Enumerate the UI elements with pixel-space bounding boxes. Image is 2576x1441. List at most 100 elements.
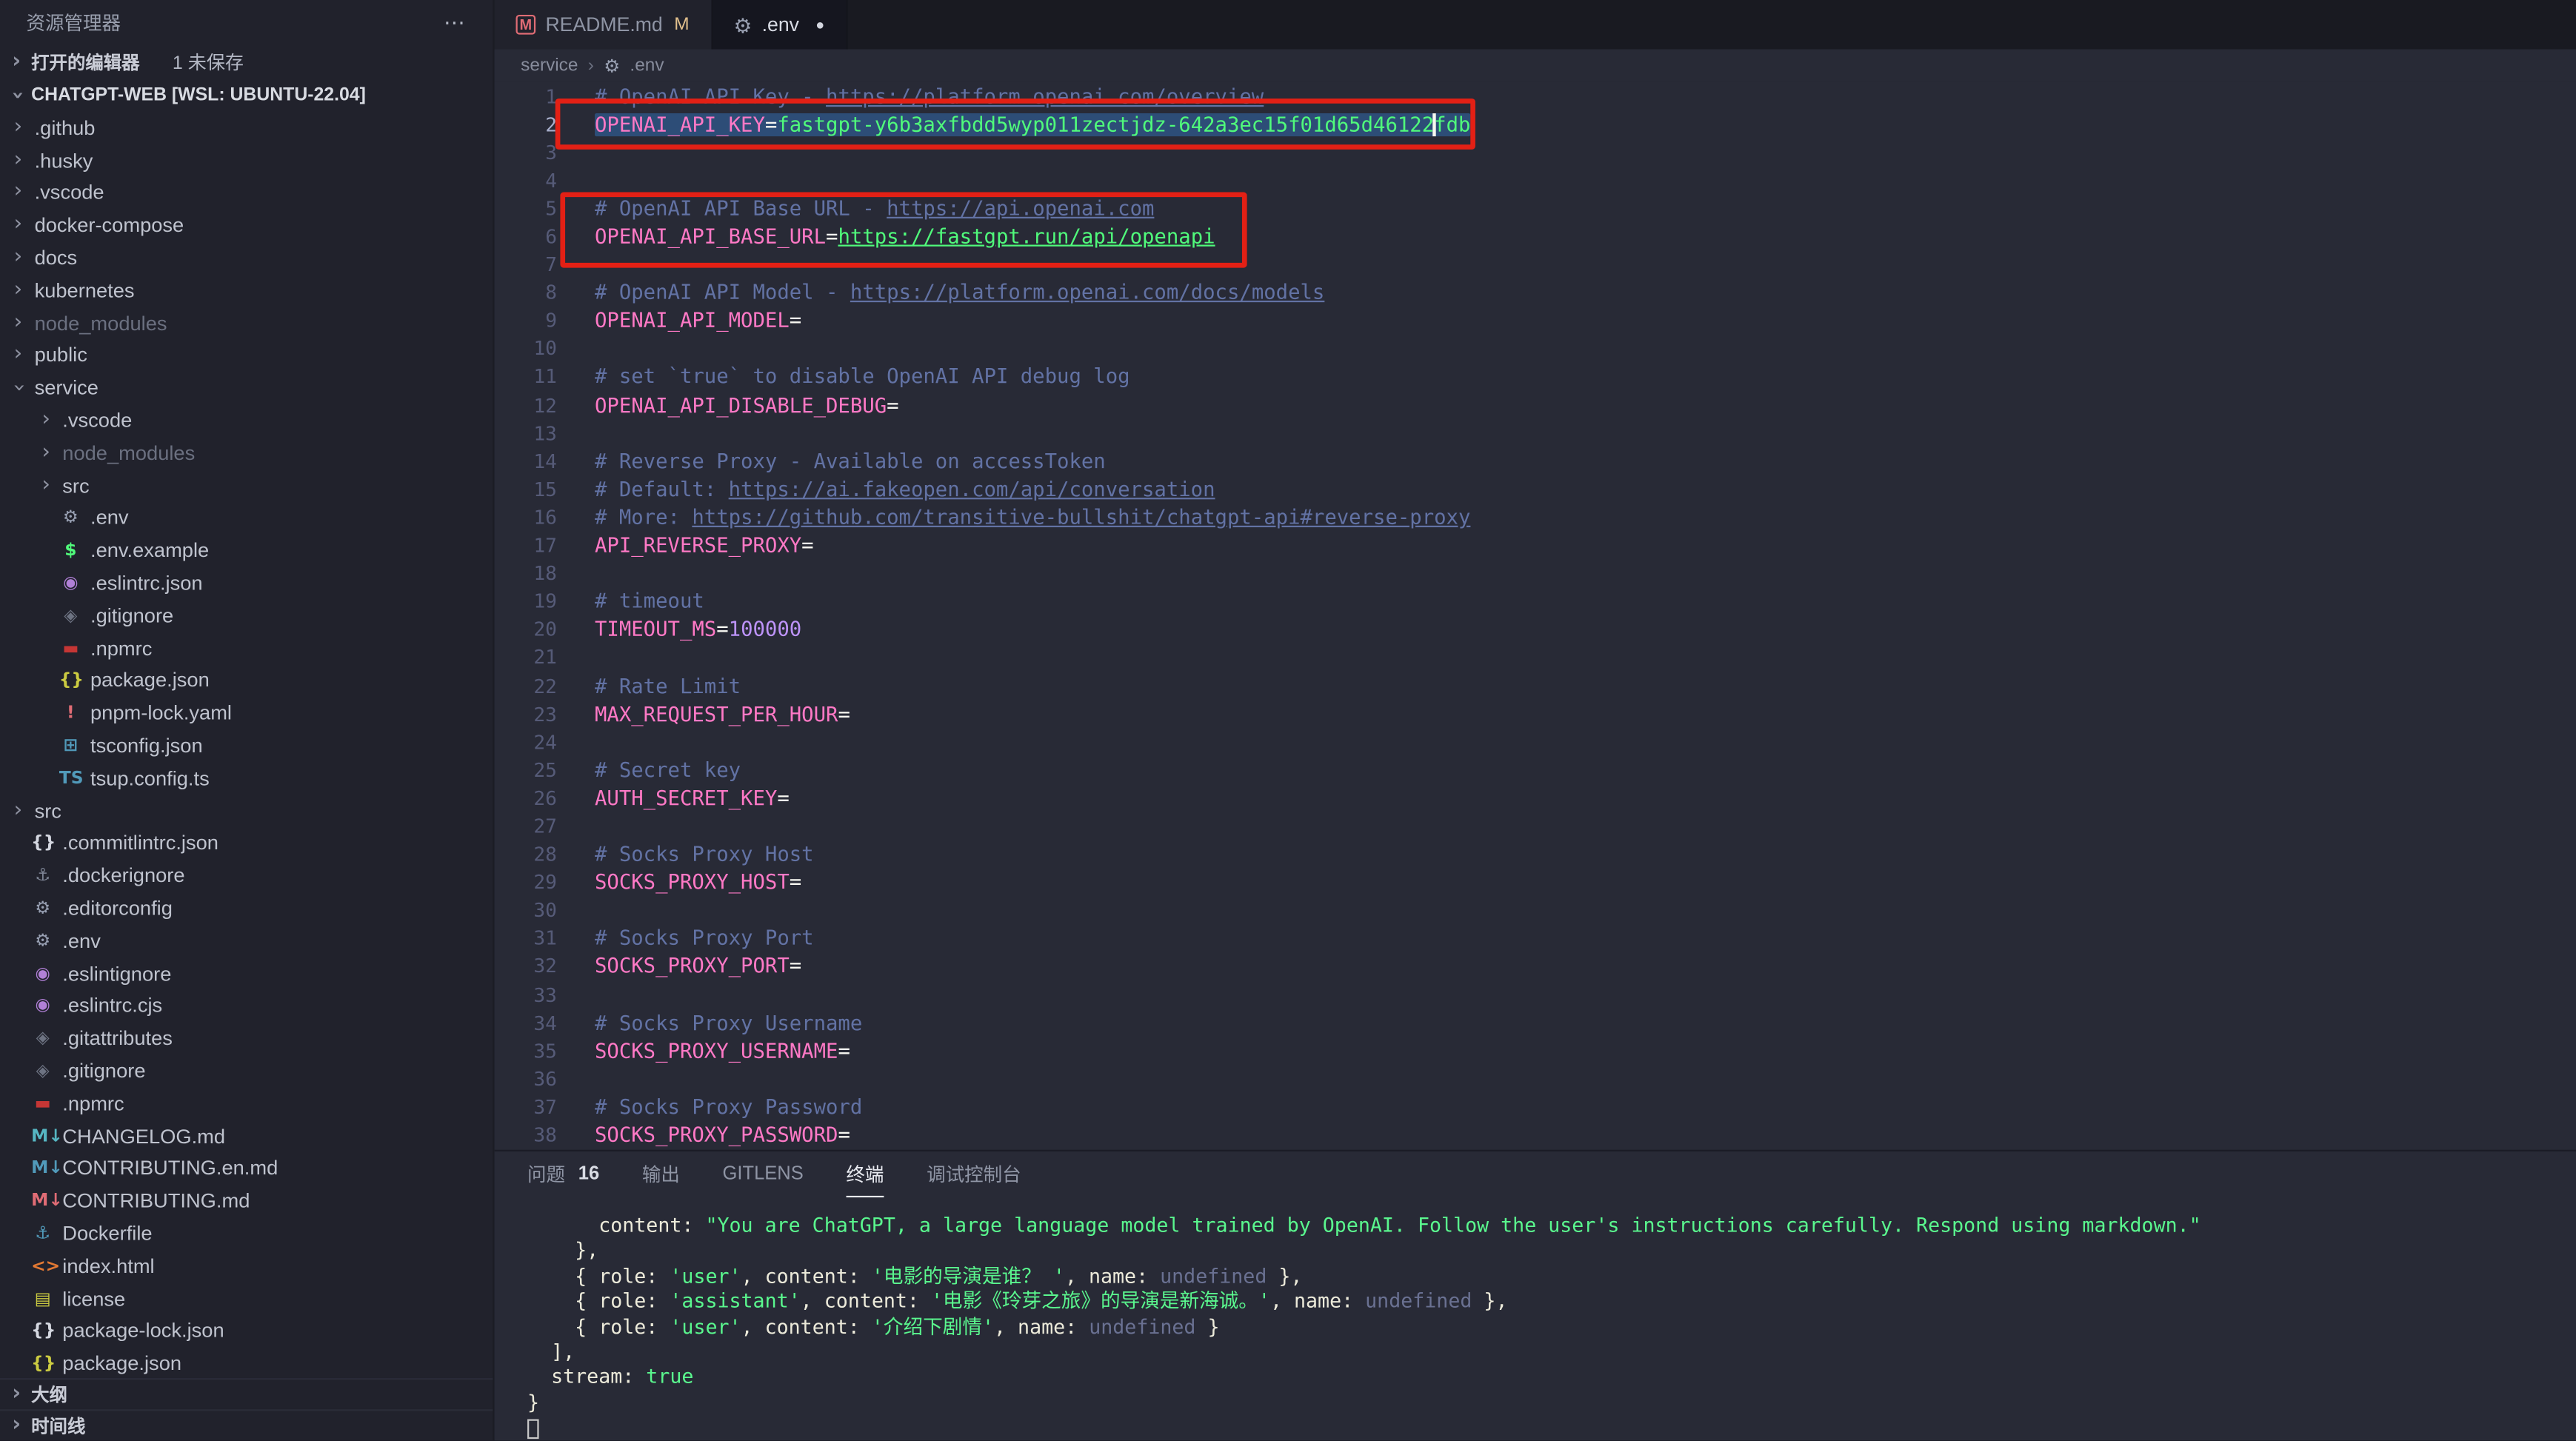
code-line-4[interactable]: 4: [495, 167, 2576, 195]
panel-tab-terminal[interactable]: 终端: [846, 1151, 884, 1197]
tree-file-Dockerfile[interactable]: ⚓Dockerfile: [0, 1217, 493, 1250]
tree-file-tsconfig.json[interactable]: ⊞tsconfig.json: [0, 729, 493, 762]
code-line-7[interactable]: 7: [495, 250, 2576, 278]
code-line-27[interactable]: 27: [495, 812, 2576, 840]
code-line-25[interactable]: 25# Secret key: [495, 756, 2576, 784]
editor-tabbar: M README.md M ⚙ .env ●: [495, 0, 2576, 50]
html-icon: <>: [31, 1256, 54, 1276]
panel-tab-debug-console[interactable]: 调试控制台: [927, 1151, 1021, 1197]
code-line-17[interactable]: 17API_REVERSE_PROXY=: [495, 532, 2576, 560]
tree-folder-.husky[interactable]: ›.husky: [0, 144, 493, 177]
tree-file-.npmrc[interactable]: ▬.npmrc: [0, 1087, 493, 1120]
tree-folder-public[interactable]: ›public: [0, 339, 493, 372]
tree-folder-kubernetes[interactable]: ›kubernetes: [0, 274, 493, 307]
tree-file-CONTRIBUTING.md[interactable]: M↓CONTRIBUTING.md: [0, 1185, 493, 1217]
more-actions-icon[interactable]: ⋯: [444, 10, 467, 36]
code-line-37[interactable]: 37# Socks Proxy Password: [495, 1093, 2576, 1121]
code-line-20[interactable]: 20TIMEOUT_MS=100000: [495, 615, 2576, 643]
code-line-19[interactable]: 19# timeout: [495, 587, 2576, 615]
code-line-33[interactable]: 33: [495, 980, 2576, 1009]
code-line-2[interactable]: 2OPENAI_API_KEY=fastgpt-y6b3axfbdd5wyp01…: [495, 110, 2576, 138]
outline-section-header[interactable]: › 大纲: [0, 1379, 493, 1410]
terminal-output[interactable]: content: "You are ChatGPT, a large langu…: [495, 1197, 2576, 1441]
panel-tab-gitlens[interactable]: GITLENS: [723, 1151, 804, 1197]
code-line-6[interactable]: 6OPENAI_API_BASE_URL=https://fastgpt.run…: [495, 222, 2576, 250]
tree-file-.gitignore[interactable]: ◈.gitignore: [0, 1054, 493, 1087]
code-line-22[interactable]: 22# Rate Limit: [495, 672, 2576, 700]
code-line-21[interactable]: 21: [495, 643, 2576, 672]
code-line-8[interactable]: 8# OpenAI API Model - https://platform.o…: [495, 278, 2576, 307]
code-line-36[interactable]: 36: [495, 1065, 2576, 1093]
code-line-34[interactable]: 34# Socks Proxy Username: [495, 1009, 2576, 1037]
tree-file-.env[interactable]: ⚙.env: [0, 502, 493, 535]
tree-folder-docker-compose[interactable]: ›docker-compose: [0, 210, 493, 242]
tree-folder-node_modules[interactable]: ›node_modules: [0, 437, 493, 469]
code-line-30[interactable]: 30: [495, 897, 2576, 925]
code-line-12[interactable]: 12OPENAI_API_DISABLE_DEBUG=: [495, 391, 2576, 419]
tree-folder-src[interactable]: ›src: [0, 469, 493, 502]
tree-file-.eslintrc.cjs[interactable]: ◉.eslintrc.cjs: [0, 990, 493, 1023]
tree-folder-src[interactable]: ›src: [0, 795, 493, 827]
code-line-24[interactable]: 24: [495, 728, 2576, 756]
tree-file-pnpm-lock.yaml[interactable]: !pnpm-lock.yaml: [0, 697, 493, 729]
tree-file-.eslintrc.json[interactable]: ◉.eslintrc.json: [0, 567, 493, 600]
tab-readme-md[interactable]: M README.md M: [495, 0, 713, 50]
unsaved-count-badge: 1 未保存: [173, 50, 244, 76]
dirty-dot-icon[interactable]: ●: [815, 16, 824, 33]
tab-env[interactable]: ⚙ .env ●: [713, 0, 848, 50]
tree-folder-.vscode[interactable]: ›.vscode: [0, 177, 493, 210]
tree-folder-.github[interactable]: ›.github: [0, 112, 493, 144]
tree-file-.gitignore[interactable]: ◈.gitignore: [0, 600, 493, 632]
tree-folder-node_modules[interactable]: ›node_modules: [0, 307, 493, 339]
tree-file-.dockerignore[interactable]: ⚓.dockerignore: [0, 860, 493, 892]
code-line-1[interactable]: 1# OpenAI API Key - https://platform.ope…: [495, 82, 2576, 110]
code-line-23[interactable]: 23MAX_REQUEST_PER_HOUR=: [495, 700, 2576, 728]
code-line-26[interactable]: 26AUTH_SECRET_KEY=: [495, 784, 2576, 812]
code-line-13[interactable]: 13: [495, 419, 2576, 447]
tree-file-.env.example[interactable]: $.env.example: [0, 535, 493, 567]
code-line-35[interactable]: 35SOCKS_PROXY_USERNAME=: [495, 1037, 2576, 1065]
panel-tab-problems[interactable]: 问题 16: [527, 1151, 599, 1197]
code-line-3[interactable]: 3: [495, 138, 2576, 167]
chevron-right-icon: ›: [38, 445, 54, 461]
code-line-32[interactable]: 32SOCKS_PROXY_PORT=: [495, 952, 2576, 980]
code-line-10[interactable]: 10: [495, 335, 2576, 363]
tree-file-.gitattributes[interactable]: ◈.gitattributes: [0, 1022, 493, 1054]
tree-folder-.vscode[interactable]: ›.vscode: [0, 404, 493, 437]
tree-file-package.json[interactable]: {}package.json: [0, 1348, 493, 1380]
code-line-16[interactable]: 16# More: https://github.com/transitive-…: [495, 504, 2576, 532]
code-editor[interactable]: 1# OpenAI API Key - https://platform.ope…: [495, 82, 2576, 1150]
code-line-31[interactable]: 31# Socks Proxy Port: [495, 924, 2576, 952]
breadcrumb: service › ⚙ .env: [495, 50, 2576, 82]
code-line-29[interactable]: 29SOCKS_PROXY_HOST=: [495, 869, 2576, 897]
tree-folder-service[interactable]: ›service: [0, 372, 493, 404]
tree-folder-docs[interactable]: ›docs: [0, 241, 493, 274]
code-line-11[interactable]: 11# set `true` to disable OpenAI API deb…: [495, 363, 2576, 391]
workspace-root-header[interactable]: › CHATGPT-WEB [WSL: UBUNTU-22.04]: [0, 78, 493, 111]
tree-file-.env[interactable]: ⚙.env: [0, 925, 493, 957]
breadcrumb-file[interactable]: .env: [630, 56, 664, 76]
tree-file-CHANGELOG.md[interactable]: M↓CHANGELOG.md: [0, 1120, 493, 1152]
tree-file-license[interactable]: ▤license: [0, 1283, 493, 1315]
tree-file-.eslintignore[interactable]: ◉.eslintignore: [0, 957, 493, 990]
code-line-38[interactable]: 38SOCKS_PROXY_PASSWORD=: [495, 1121, 2576, 1149]
breadcrumb-folder[interactable]: service: [521, 56, 578, 76]
code-line-5[interactable]: 5# OpenAI API Base URL - https://api.ope…: [495, 195, 2576, 223]
timeline-section-header[interactable]: › 时间线: [0, 1410, 493, 1441]
panel-tab-output[interactable]: 输出: [642, 1151, 680, 1197]
docker-icon: ⚓: [31, 866, 54, 886]
tree-file-tsup.config.ts[interactable]: TStsup.config.ts: [0, 762, 493, 795]
code-line-28[interactable]: 28# Socks Proxy Host: [495, 840, 2576, 869]
code-line-18[interactable]: 18: [495, 560, 2576, 588]
tree-file-index.html[interactable]: <>index.html: [0, 1250, 493, 1283]
code-line-14[interactable]: 14# Reverse Proxy - Available on accessT…: [495, 447, 2576, 475]
open-editors-header[interactable]: › 打开的编辑器 1 未保存: [0, 46, 493, 78]
code-line-15[interactable]: 15# Default: https://ai.fakeopen.com/api…: [495, 475, 2576, 504]
tree-file-.commitlintrc.json[interactable]: {}.commitlintrc.json: [0, 827, 493, 860]
tree-file-package.json[interactable]: {}package.json: [0, 664, 493, 697]
tree-file-.npmrc[interactable]: ▬.npmrc: [0, 632, 493, 664]
tree-file-CONTRIBUTING.en.md[interactable]: M↓CONTRIBUTING.en.md: [0, 1152, 493, 1185]
code-line-9[interactable]: 9OPENAI_API_MODEL=: [495, 307, 2576, 335]
tree-file-package-lock.json[interactable]: {}package-lock.json: [0, 1315, 493, 1348]
tree-file-.editorconfig[interactable]: ⚙.editorconfig: [0, 892, 493, 925]
